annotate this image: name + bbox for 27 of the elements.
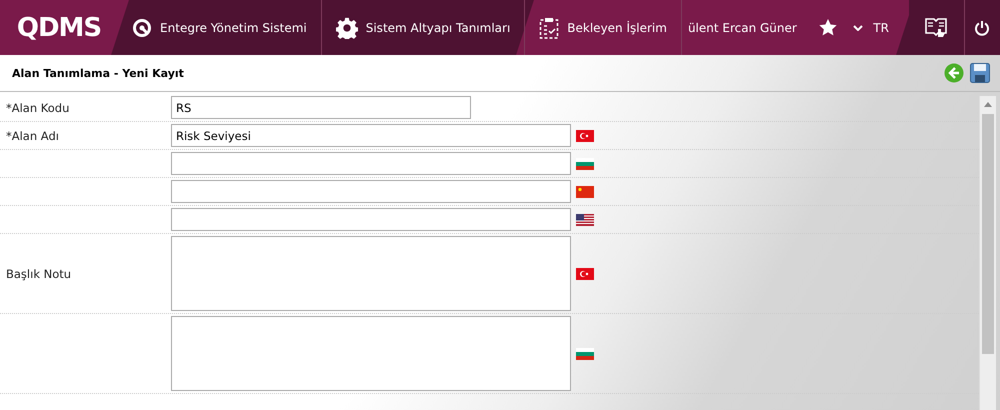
- field-label: Başlık Notu: [5, 266, 72, 280]
- usa-flag-icon[interactable]: [576, 214, 594, 226]
- scroll-up-icon[interactable]: [984, 101, 992, 107]
- input-field[interactable]: Risk Seviyesi: [171, 124, 571, 147]
- turkey-flag-icon[interactable]: [576, 268, 594, 280]
- save-icon[interactable]: [970, 63, 990, 83]
- field-label: *Alan Kodu: [5, 100, 70, 114]
- language-selector[interactable]: TR: [849, 0, 909, 55]
- power-icon[interactable]: [974, 20, 990, 36]
- input-field[interactable]: RS: [171, 96, 471, 119]
- bulgaria-flag-icon[interactable]: [576, 348, 594, 360]
- page-title: Alan Tanımlama - Yeni Kayıt: [12, 66, 185, 80]
- scrollbar-thumb[interactable]: [982, 114, 994, 354]
- input-field[interactable]: [171, 152, 571, 175]
- china-flag-icon[interactable]: [576, 186, 594, 198]
- user-name[interactable]: ülent Ercan Güner: [682, 0, 807, 55]
- turkey-flag-icon[interactable]: [576, 130, 594, 142]
- manual-book-icon[interactable]: [924, 16, 948, 40]
- input-field[interactable]: [171, 180, 571, 203]
- chevron-down-icon: [853, 24, 864, 30]
- field-label: *Alan Adı: [5, 128, 60, 142]
- input-field[interactable]: [171, 208, 571, 231]
- clipboard-check-icon: [539, 16, 560, 38]
- q-logo-icon: [132, 18, 152, 38]
- star-icon[interactable]: [819, 19, 838, 36]
- settings-icon: [336, 16, 358, 38]
- bulgaria-flag-icon[interactable]: [576, 158, 594, 170]
